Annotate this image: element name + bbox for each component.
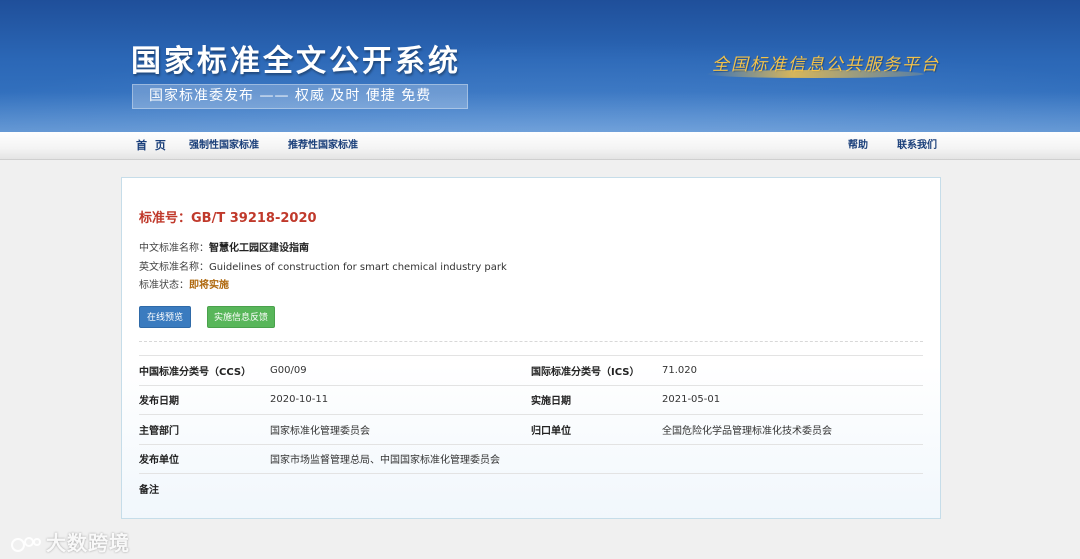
nav-mandatory-standards-link[interactable]: 强制性国家标准 [189, 132, 259, 160]
standard-info-table: 中国标准分类号（CCS） G00/09 国际标准分类号（ICS） 71.020 … [139, 355, 923, 503]
status-label: 标准状态： [139, 280, 189, 291]
table-row: 发布单位 国家市场监督管理总局、中国国家标准化管理委员会 [139, 443, 923, 474]
table-row: 主管部门 国家标准化管理委员会 归口单位 全国危险化学品管理标准化技术委员会 [139, 414, 923, 444]
implementation-feedback-button[interactable]: 实施信息反馈 [207, 306, 275, 328]
status-row: 标准状态：即将实施 [139, 276, 229, 291]
table-row: 发布日期 2020-10-11 实施日期 2021-05-01 [139, 384, 923, 415]
cn-name-value: 智慧化工园区建设指南 [209, 243, 309, 254]
cn-name-row: 中文标准名称：智慧化工园区建设指南 [139, 239, 309, 254]
nav-recommended-standards-link[interactable]: 推荐性国家标准 [288, 132, 358, 160]
section-divider [139, 341, 923, 342]
watermark: 大数跨境 [10, 527, 130, 556]
remarks-label: 备注 [139, 473, 270, 503]
table-row: 备注 [139, 473, 923, 503]
implement-date-value: 2021-05-01 [662, 384, 923, 415]
authority-label: 主管部门 [139, 414, 270, 444]
ics-label: 国际标准分类号（ICS） [531, 355, 662, 385]
responsible-unit-label: 归口单位 [531, 414, 662, 444]
nav-contact-link[interactable]: 联系我们 [897, 132, 937, 160]
header-banner: 国家标准全文公开系统 国家标准委发布 —— 权威 及时 便捷 免费 全国标准信息… [0, 0, 1080, 132]
en-name-row: 英文标准名称：Guidelines of construction for sm… [139, 258, 507, 273]
en-name-value: Guidelines of construction for smart che… [209, 262, 507, 273]
site-title: 国家标准全文公开系统 [131, 44, 461, 79]
site-slogan: 国家标准委发布 —— 权威 及时 便捷 免费 [132, 84, 468, 109]
cn-name-label: 中文标准名称： [139, 243, 209, 254]
watermark-logo-icon [11, 536, 41, 552]
responsible-unit-value: 全国危险化学品管理标准化技术委员会 [662, 414, 923, 444]
standard-number-value: GB/T 39218-2020 [191, 211, 317, 226]
publisher-label: 发布单位 [139, 443, 270, 474]
publish-date-value: 2020-10-11 [270, 384, 531, 415]
en-name-label: 英文标准名称： [139, 262, 209, 273]
watermark-text: 大数跨境 [46, 531, 130, 555]
publisher-value: 国家市场监督管理总局、中国国家标准化管理委员会 [270, 443, 923, 474]
platform-swoosh-decoration [706, 70, 924, 78]
status-value: 即将实施 [189, 280, 229, 291]
remarks-value [270, 473, 923, 503]
ccs-label: 中国标准分类号（CCS） [139, 355, 270, 385]
ccs-value: G00/09 [270, 355, 531, 385]
authority-value: 国家标准化管理委员会 [270, 414, 531, 444]
ics-value: 71.020 [662, 355, 923, 385]
publish-date-label: 发布日期 [139, 384, 270, 415]
standard-number-label: 标准号： [139, 211, 192, 226]
implement-date-label: 实施日期 [531, 384, 662, 415]
main-nav: 首 页 强制性国家标准 推荐性国家标准 帮助 联系我们 [0, 132, 1080, 160]
nav-home-link[interactable]: 首 页 [136, 132, 168, 160]
nav-help-link[interactable]: 帮助 [848, 132, 868, 160]
online-preview-button[interactable]: 在线预览 [139, 306, 191, 328]
standard-number-heading: 标准号：GB/T 39218-2020 [139, 207, 317, 226]
table-row: 中国标准分类号（CCS） G00/09 国际标准分类号（ICS） 71.020 [139, 355, 923, 385]
standard-detail-card: 标准号：GB/T 39218-2020 中文标准名称：智慧化工园区建设指南 英文… [121, 177, 941, 519]
